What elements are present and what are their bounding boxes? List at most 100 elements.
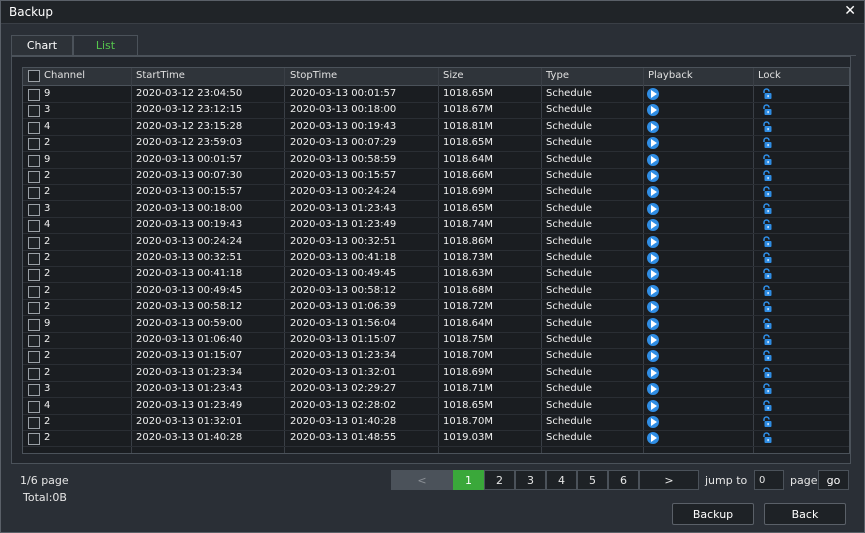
play-circle-icon[interactable] (647, 416, 659, 428)
table-row[interactable]: 4 2020-03-13 00:19:43 2020-03-13 01:23:49 1… (23, 217, 849, 235)
unlock-icon[interactable] (761, 219, 773, 231)
row-checkbox[interactable] (28, 121, 40, 134)
unlock-icon[interactable] (761, 350, 773, 362)
row-checkbox[interactable] (28, 154, 40, 167)
play-circle-icon[interactable] (647, 350, 659, 363)
row-checkbox[interactable] (28, 318, 40, 331)
row-checkbox[interactable] (28, 220, 40, 233)
row-checkbox[interactable] (28, 89, 40, 101)
row-checkbox[interactable] (28, 187, 40, 200)
play-circle-icon[interactable] (647, 219, 659, 232)
unlock-icon[interactable] (761, 104, 773, 116)
table-row[interactable]: 2 2020-03-13 00:24:24 2020-03-13 00:32:51 1… (23, 234, 849, 251)
play-circle-icon[interactable] (647, 284, 659, 297)
table-row[interactable]: 2 2020-03-13 00:07:30 2020-03-13 00:15:57 1… (23, 168, 849, 185)
table-row[interactable]: 2 2020-03-13 00:41:18 2020-03-13 00:49:45 1… (23, 266, 849, 284)
play-circle-icon[interactable] (647, 88, 659, 100)
row-checkbox[interactable] (28, 105, 40, 118)
page-3-button[interactable]: 3 (515, 470, 546, 490)
play-circle-icon[interactable] (647, 268, 659, 281)
table-row[interactable]: 2 2020-03-13 01:23:34 2020-03-13 01:32:01 1… (23, 365, 849, 382)
row-checkbox[interactable] (28, 138, 40, 151)
table-row[interactable]: 2 2020-03-13 01:15:07 2020-03-13 01:23:34 1… (23, 348, 849, 366)
row-checkbox[interactable] (28, 269, 40, 282)
unlock-icon[interactable] (761, 301, 773, 313)
play-circle-icon[interactable] (647, 202, 659, 215)
play-circle-icon[interactable] (647, 186, 659, 199)
backup-button[interactable]: Backup (672, 503, 754, 525)
table-row[interactable]: 2 2020-03-13 01:32:01 2020-03-13 01:40:28 1… (23, 414, 849, 431)
table-row[interactable]: 2 2020-03-13 01:06:40 2020-03-13 01:15:07 1… (23, 332, 849, 349)
table-row[interactable]: 3 2020-03-13 01:23:43 2020-03-13 02:29:27 1… (23, 381, 849, 399)
page-5-button[interactable]: 5 (577, 470, 608, 490)
unlock-icon[interactable] (761, 235, 773, 248)
unlock-icon[interactable] (761, 268, 773, 280)
row-checkbox[interactable] (28, 335, 40, 347)
play-circle-icon[interactable] (647, 399, 659, 412)
play-circle-icon[interactable] (647, 120, 659, 133)
prev-page-button[interactable]: < (391, 470, 453, 490)
next-page-button[interactable]: > (639, 470, 699, 490)
play-circle-icon[interactable] (647, 170, 659, 182)
page-2-button[interactable]: 2 (484, 470, 515, 490)
table-row[interactable]: 2 2020-03-13 00:58:12 2020-03-13 01:06:39 1… (23, 299, 849, 317)
row-checkbox[interactable] (28, 285, 40, 298)
unlock-icon[interactable] (761, 153, 773, 166)
table-row[interactable]: 2 2020-03-12 23:59:03 2020-03-13 00:07:29 1… (23, 135, 849, 153)
page-1-button[interactable]: 1 (453, 470, 484, 490)
unlock-icon[interactable] (761, 186, 773, 198)
row-checkbox[interactable] (28, 351, 40, 364)
unlock-icon[interactable] (761, 432, 773, 444)
row-checkbox[interactable] (28, 433, 40, 446)
tab-chart[interactable]: Chart (11, 35, 73, 56)
play-circle-icon[interactable] (647, 252, 659, 264)
row-checkbox[interactable] (28, 236, 40, 249)
page-4-button[interactable]: 4 (546, 470, 577, 490)
table-row[interactable]: 3 2020-03-12 23:12:15 2020-03-13 00:18:00 1… (23, 102, 849, 120)
row-checkbox[interactable] (28, 171, 40, 183)
row-checkbox[interactable] (28, 203, 40, 216)
row-checkbox[interactable] (28, 253, 40, 265)
table-row[interactable]: 2 2020-03-13 00:32:51 2020-03-13 00:41:18 1… (23, 250, 849, 267)
unlock-icon[interactable] (761, 121, 773, 133)
table-row[interactable]: 4 2020-03-13 01:23:49 2020-03-13 02:28:02 1… (23, 398, 849, 415)
table-row[interactable]: 4 2020-03-12 23:15:28 2020-03-13 00:19:43 1… (23, 119, 849, 136)
unlock-icon[interactable] (761, 317, 773, 330)
unlock-icon[interactable] (761, 383, 773, 395)
row-checkbox[interactable] (28, 367, 40, 380)
unlock-icon[interactable] (761, 88, 773, 100)
unlock-icon[interactable] (761, 252, 773, 264)
play-circle-icon[interactable] (647, 301, 659, 314)
unlock-icon[interactable] (761, 285, 773, 297)
play-circle-icon[interactable] (647, 432, 659, 445)
play-circle-icon[interactable] (647, 137, 659, 150)
unlock-icon[interactable] (761, 367, 773, 379)
row-checkbox[interactable] (28, 417, 40, 429)
play-circle-icon[interactable] (647, 383, 659, 396)
play-circle-icon[interactable] (647, 104, 659, 117)
table-row[interactable]: 9 2020-03-13 00:01:57 2020-03-13 00:58:59 1… (23, 152, 849, 169)
unlock-icon[interactable] (761, 170, 773, 182)
play-circle-icon[interactable] (647, 235, 659, 248)
play-circle-icon[interactable] (647, 334, 659, 346)
play-circle-icon[interactable] (647, 317, 659, 330)
tab-list[interactable]: List (73, 35, 138, 56)
page-6-button[interactable]: 6 (608, 470, 639, 490)
unlock-icon[interactable] (761, 399, 773, 412)
select-all-checkbox[interactable] (28, 70, 40, 82)
table-row[interactable]: 9 2020-03-12 23:04:50 2020-03-13 00:01:57 1… (23, 86, 849, 103)
back-button[interactable]: Back (764, 503, 846, 525)
row-checkbox[interactable] (28, 302, 40, 315)
row-checkbox[interactable] (28, 400, 40, 413)
table-row[interactable]: 2 2020-03-13 01:40:28 2020-03-13 01:48:55 1… (23, 430, 849, 448)
go-button[interactable]: go (818, 470, 849, 490)
unlock-icon[interactable] (761, 416, 773, 428)
table-row[interactable]: 3 2020-03-13 00:18:00 2020-03-13 01:23:43 1… (23, 201, 849, 218)
close-icon[interactable]: ✕ (844, 3, 856, 19)
table-row[interactable]: 9 2020-03-13 00:59:00 2020-03-13 01:56:04 1… (23, 316, 849, 333)
unlock-icon[interactable] (761, 334, 773, 346)
table-row[interactable]: 2 2020-03-13 00:49:45 2020-03-13 00:58:12 1… (23, 283, 849, 300)
table-row[interactable]: 2 2020-03-13 00:15:57 2020-03-13 00:24:24 1… (23, 184, 849, 202)
unlock-icon[interactable] (761, 137, 773, 149)
jump-page-input[interactable] (754, 470, 784, 490)
